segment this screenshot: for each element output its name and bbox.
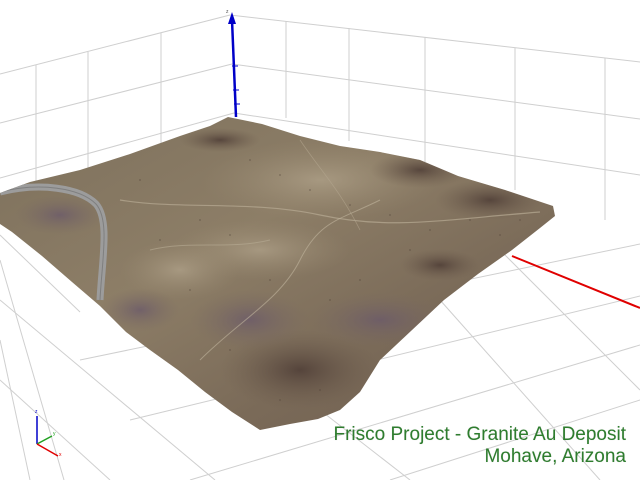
- caption-title: Frisco Project - Granite Au Deposit: [333, 424, 627, 445]
- triad-x-label: x: [59, 452, 62, 458]
- x-axis: [511, 255, 640, 309]
- caption-subtitle: Mohave, Arizona: [484, 446, 626, 467]
- 3d-viewport[interactable]: z z y x Frisco Project - Granite Au Depo…: [0, 0, 640, 480]
- triad-z-label: z: [35, 409, 38, 415]
- terrain-scene[interactable]: [0, 0, 640, 480]
- triad-y-label: y: [53, 431, 56, 437]
- terrain-surface[interactable]: [0, 117, 555, 430]
- z-axis-label: z: [226, 9, 229, 15]
